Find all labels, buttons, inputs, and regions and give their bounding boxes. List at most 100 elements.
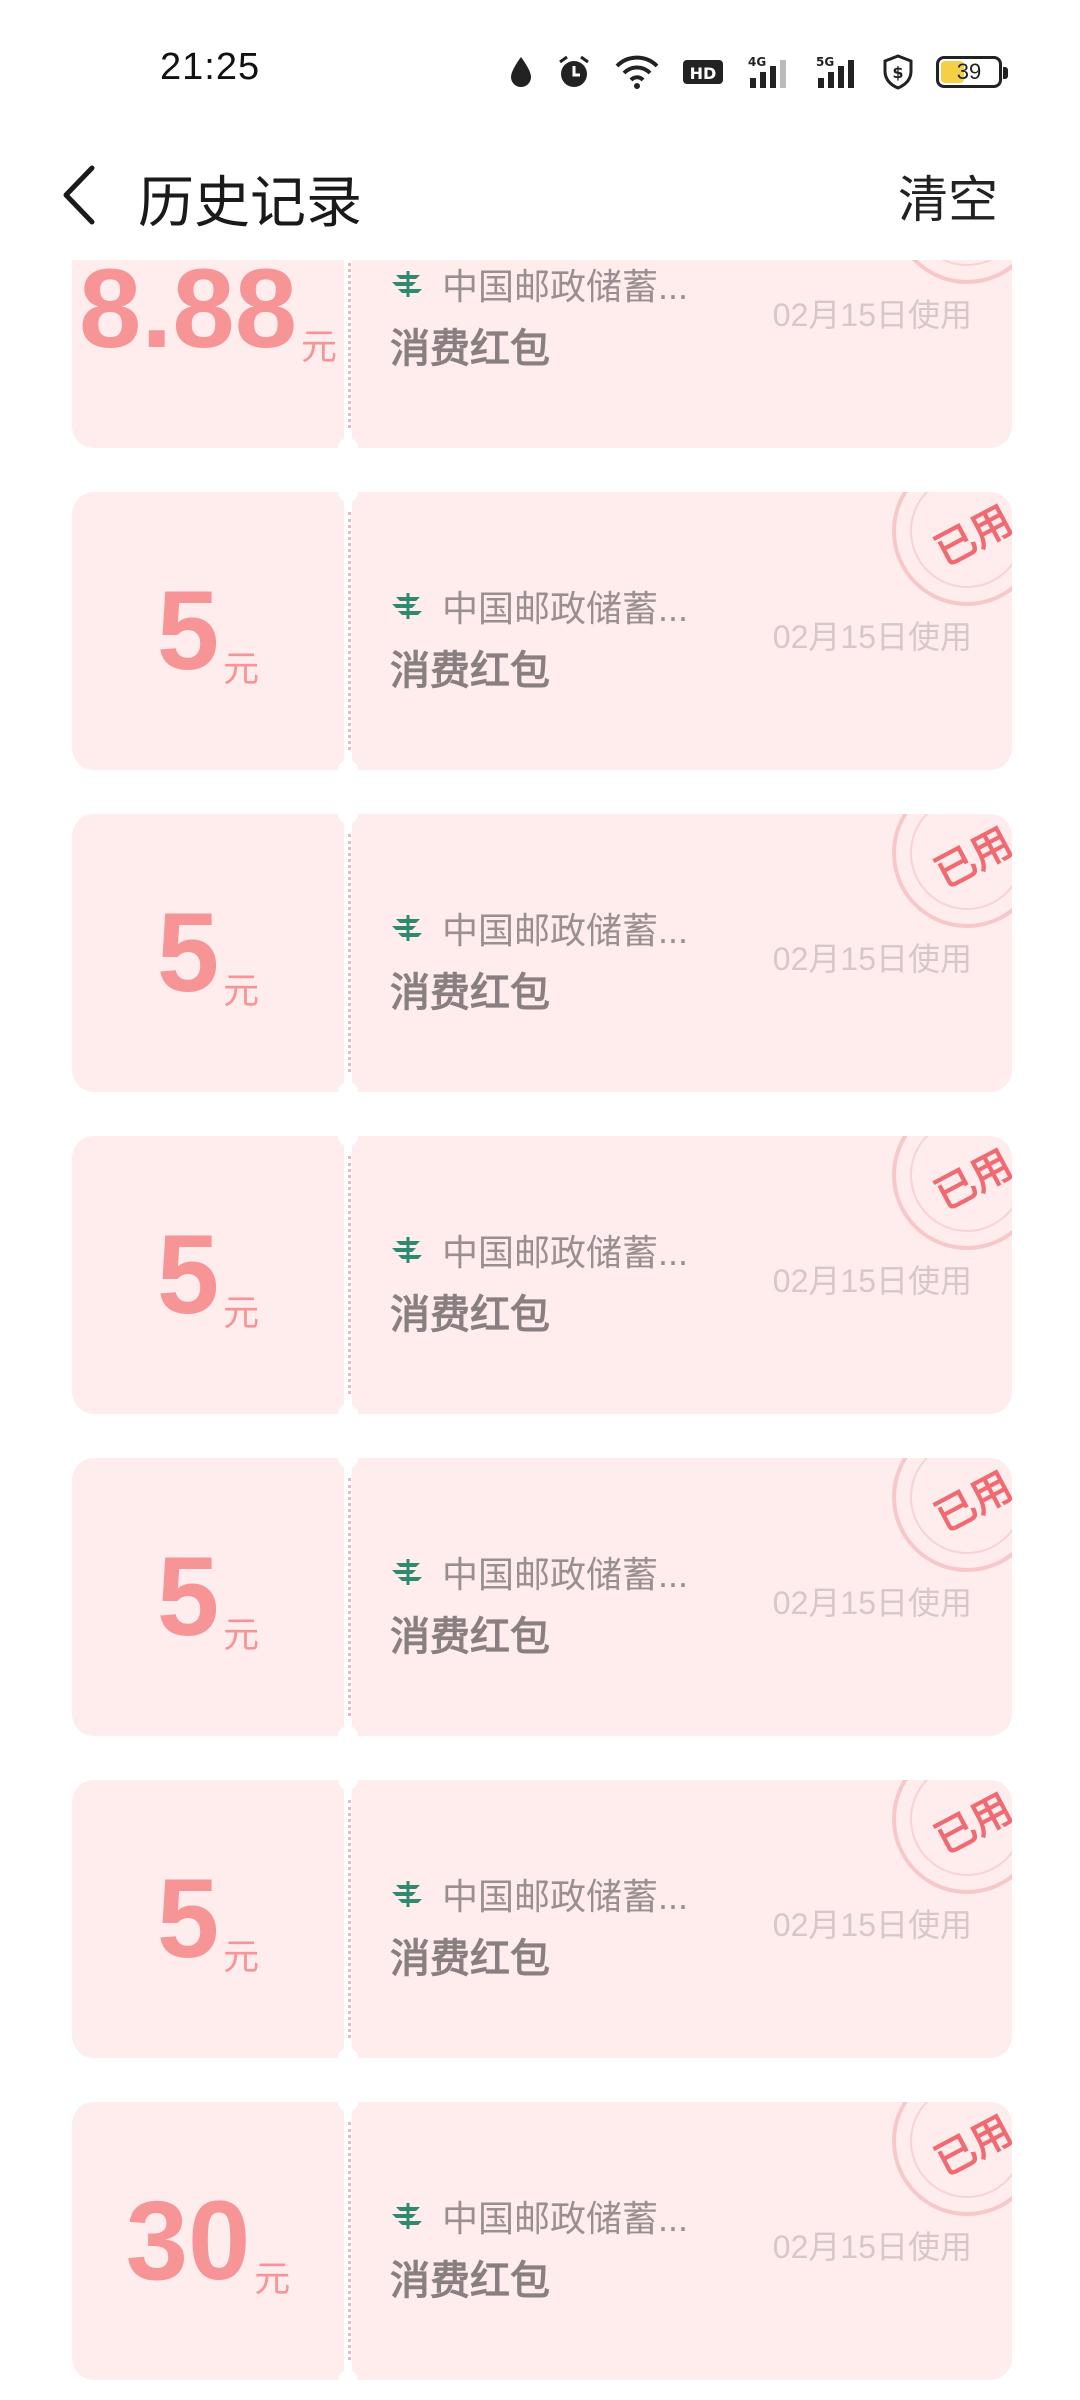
svg-text:HD: HD: [690, 64, 717, 83]
coupon-used-date: 02月15日使用: [772, 1263, 972, 1299]
coupon-amount-unit: 元: [223, 648, 260, 689]
postal-logo-icon: [392, 1881, 422, 1907]
used-stamp: 已用: [892, 260, 1012, 284]
clear-button[interactable]: 清空: [898, 160, 998, 232]
coupon-card[interactable]: 30 元 中国邮政储蓄... 消费红包 02月15日使用 已用: [72, 2092, 1012, 2390]
coupon-type: 消费红包: [390, 1293, 550, 1337]
coupon-divider: [348, 1478, 351, 1716]
coupon-divider: [348, 260, 351, 428]
coupon-used-date: 02月15日使用: [772, 1907, 972, 1943]
wifi-icon: [615, 55, 659, 89]
coupon-merchant-name: 中国邮政储蓄...: [442, 588, 689, 629]
coupon-type: 消费红包: [390, 649, 550, 693]
coupon-amount-unit: 元: [254, 2258, 291, 2299]
coupon-info-panel: 中国邮政储蓄... 消费红包 02月15日使用 已用: [352, 260, 1012, 448]
coupon-notch: [338, 760, 358, 780]
coupon-used-date: 02月15日使用: [772, 2229, 972, 2265]
coupon-amount-value: 5: [156, 1534, 220, 1659]
used-stamp: 已用: [892, 2102, 1012, 2216]
shield-dollar-icon: $: [883, 54, 913, 90]
coupon-amount-value: 5: [156, 890, 220, 1015]
used-stamp-text: 已用: [928, 498, 1012, 575]
used-stamp-text: 已用: [928, 1786, 1012, 1863]
used-stamp-text: 已用: [928, 1464, 1012, 1541]
coupon-type: 消费红包: [390, 1615, 550, 1659]
coupon-amount-unit: 元: [223, 1292, 260, 1333]
coupon-merchant-name: 中国邮政储蓄...: [442, 2198, 689, 2239]
coupon-amount: 5 元: [72, 1136, 344, 1414]
postal-logo-icon: [392, 1559, 422, 1585]
used-stamp-text: 已用: [928, 2108, 1012, 2185]
coupon-notch: [338, 2092, 358, 2112]
signal-4g-icon: 4G: [748, 55, 786, 88]
used-stamp-text: 已用: [928, 1142, 1012, 1219]
coupon-merchant-name: 中国邮政储蓄...: [442, 910, 689, 951]
coupon-notch: [338, 2048, 358, 2068]
coupon-info-panel: 中国邮政储蓄... 消费红包 02月15日使用 已用: [352, 814, 1012, 1092]
coupon-divider: [348, 834, 351, 1072]
coupon-list[interactable]: 8.88 元 中国邮政储蓄... 消费红包 02月15日使用 已用: [0, 260, 1080, 2400]
coupon-card[interactable]: 5 元 中国邮政储蓄... 消费红包 02月15日使用 已用: [72, 482, 1012, 780]
coupon-type: 消费红包: [390, 327, 550, 371]
coupon-info-panel: 中国邮政储蓄... 消费红包 02月15日使用 已用: [352, 1458, 1012, 1736]
coupon-info-panel: 中国邮政储蓄... 消费红包 02月15日使用 已用: [352, 1136, 1012, 1414]
postal-logo-icon: [392, 915, 422, 941]
coupon-card[interactable]: 5 元 中国邮政储蓄... 消费红包 02月15日使用 已用: [72, 804, 1012, 1102]
postal-logo-icon: [392, 593, 422, 619]
coupon-type: 消费红包: [390, 1937, 550, 1981]
coupon-merchant: 中国邮政储蓄...: [390, 260, 688, 310]
hd-icon: HD: [683, 60, 723, 84]
back-arrow-icon[interactable]: [52, 160, 112, 230]
coupon-notch: [338, 1726, 358, 1746]
coupon-list-inner: 8.88 元 中国邮政储蓄... 消费红包 02月15日使用 已用: [0, 260, 1080, 2400]
coupon-merchant: 中国邮政储蓄...: [390, 580, 688, 632]
coupon-divider: [348, 2122, 351, 2360]
header-bar: 历史记录 清空: [0, 130, 1080, 260]
coupon-amount-value: 5: [156, 1856, 220, 1981]
coupon-merchant: 中国邮政储蓄...: [390, 2190, 688, 2242]
coupon-amount-unit: 元: [300, 326, 337, 367]
postal-logo-icon: [392, 2203, 422, 2229]
used-stamp: 已用: [892, 1458, 1012, 1572]
coupon-amount-value: 5: [156, 568, 220, 693]
coupon-notch: [338, 438, 358, 458]
coupon-notch: [338, 1404, 358, 1424]
status-bar: 21:25 HD 4G 5G $ 39: [0, 0, 1080, 130]
coupon-notch: [338, 804, 358, 824]
water-drop-icon: [511, 57, 531, 87]
used-stamp: 已用: [892, 1136, 1012, 1250]
coupon-card[interactable]: 5 元 中国邮政储蓄... 消费红包 02月15日使用 已用: [72, 1770, 1012, 2068]
status-time: 21:25: [160, 46, 261, 88]
postal-logo-icon: [392, 1237, 422, 1263]
signal-5g-icon: 5G: [816, 55, 854, 88]
coupon-used-date: 02月15日使用: [772, 941, 972, 977]
coupon-merchant: 中国邮政储蓄...: [390, 1224, 688, 1276]
coupon-used-date: 02月15日使用: [772, 619, 972, 655]
coupon-merchant: 中国邮政储蓄...: [390, 1546, 688, 1598]
battery-level: 39: [956, 59, 982, 84]
coupon-amount: 30 元: [72, 2102, 344, 2380]
coupon-notch: [338, 1770, 358, 1790]
coupon-amount-unit: 元: [223, 1614, 260, 1655]
used-stamp: 已用: [892, 814, 1012, 928]
coupon-merchant: 中国邮政储蓄...: [390, 1868, 688, 1920]
coupon-amount-unit: 元: [223, 970, 260, 1011]
coupon-notch: [338, 1082, 358, 1102]
battery-icon: 39: [936, 56, 1008, 88]
coupon-amount: 5 元: [72, 1458, 344, 1736]
coupon-card[interactable]: 8.88 元 中国邮政储蓄... 消费红包 02月15日使用 已用: [72, 260, 1012, 458]
coupon-amount: 8.88 元: [72, 260, 344, 448]
coupon-amount: 5 元: [72, 1780, 344, 2058]
coupon-notch: [338, 482, 358, 502]
coupon-type: 消费红包: [390, 971, 550, 1015]
coupon-card[interactable]: 5 元 中国邮政储蓄... 消费红包 02月15日使用 已用: [72, 1126, 1012, 1424]
coupon-amount: 5 元: [72, 814, 344, 1092]
coupon-card[interactable]: 5 元 中国邮政储蓄... 消费红包 02月15日使用 已用: [72, 1448, 1012, 1746]
coupon-amount-unit: 元: [223, 1936, 260, 1977]
coupon-notch: [338, 1448, 358, 1468]
coupon-used-date: 02月15日使用: [772, 297, 972, 333]
coupon-type: 消费红包: [390, 2259, 550, 2303]
coupon-divider: [348, 512, 351, 750]
svg-text:5G: 5G: [816, 55, 834, 69]
coupon-used-date: 02月15日使用: [772, 1585, 972, 1621]
